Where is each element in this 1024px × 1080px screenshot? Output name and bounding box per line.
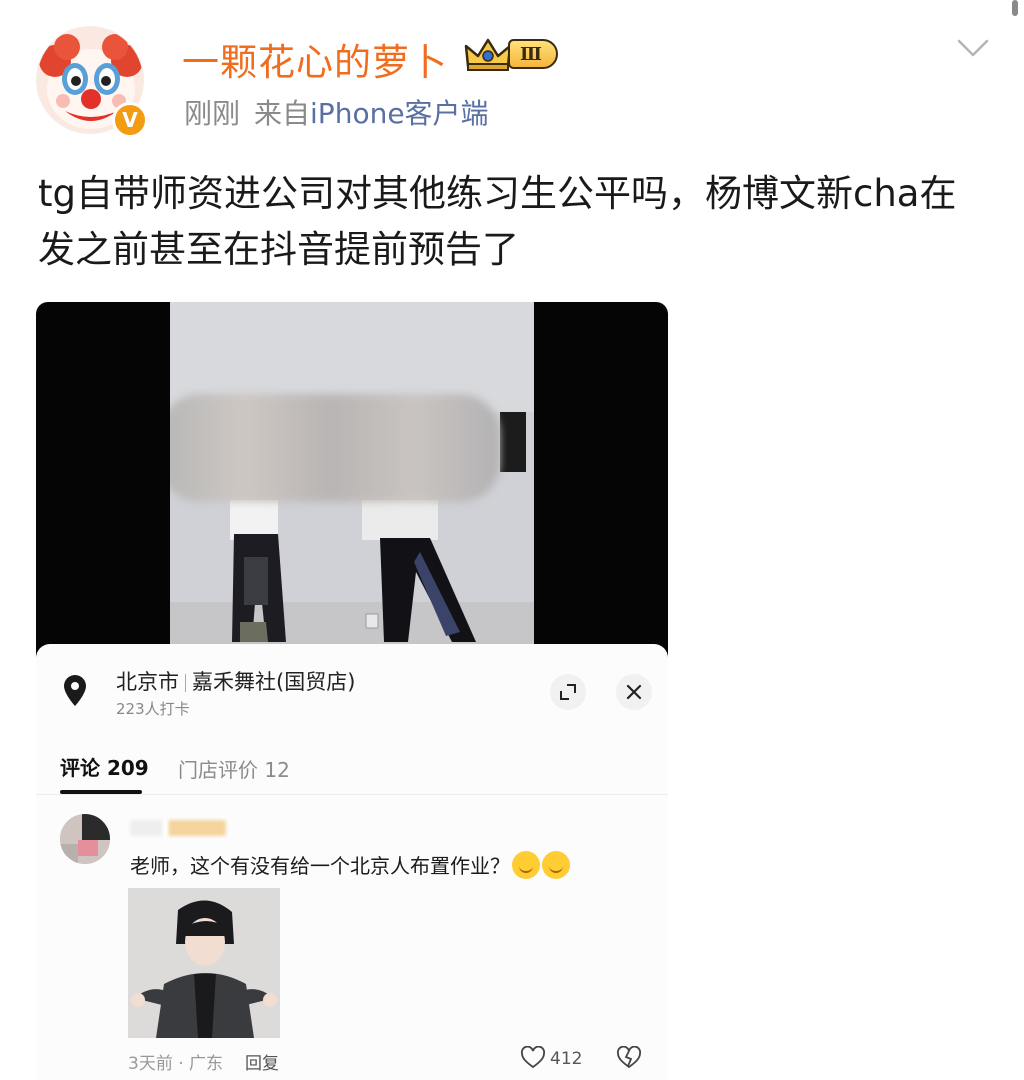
verified-badge-icon: V: [112, 102, 148, 138]
comment-time-region: 3天前 · 广东: [128, 1054, 224, 1074]
heart-icon[interactable]: [520, 1046, 546, 1070]
location-checkins: 223人打卡: [116, 700, 190, 718]
comment-photo[interactable]: [128, 888, 280, 1038]
location-separator: [185, 674, 186, 692]
reply-button[interactable]: 回复: [245, 1054, 279, 1074]
location-place: 嘉禾舞社(国贸店): [192, 670, 356, 694]
source-client-link[interactable]: iPhone客户端: [310, 97, 489, 130]
post-time: 刚刚: [184, 97, 241, 130]
dance-video-frame: [36, 302, 668, 662]
location-title: 北京市 嘉禾舞社(国贸店): [116, 666, 355, 696]
rank-label: Ⅲ: [508, 39, 558, 69]
commenter-avatar[interactable]: [60, 814, 110, 864]
scroll-indicator[interactable]: [1012, 0, 1018, 16]
post-text: tg自带师资进公司对其他练习生公平吗，杨博文新cha在发之前甚至在抖音提前预告了: [38, 172, 957, 271]
like-count: 412: [550, 1049, 583, 1069]
crown-icon: [464, 38, 512, 71]
tab-store-reviews[interactable]: 门店评价 12: [178, 754, 290, 783]
chevron-down-icon[interactable]: [956, 36, 990, 60]
post-meta: 刚刚 来自iPhone客户端: [184, 92, 489, 132]
rank-badge[interactable]: Ⅲ: [464, 36, 558, 72]
expand-icon: [560, 684, 576, 700]
comment-footer: 3天前 · 广东 回复: [128, 1049, 279, 1074]
expand-button[interactable]: [550, 674, 586, 710]
location-sheet: 北京市 嘉禾舞社(国贸店) 223人打卡 评论 209 门店评价 12 老师，这…: [36, 644, 668, 1080]
comment-body: 老师，这个有没有给一个北京人布置作业？: [130, 854, 510, 878]
post-image[interactable]: 北京市 嘉禾舞社(国贸店) 223人打卡 评论 209 门店评价 12 老师，这…: [36, 302, 668, 1080]
tab-divider: [36, 794, 668, 795]
map-pin-icon: [64, 675, 86, 706]
user-avatar[interactable]: V: [36, 26, 148, 138]
dance-studio-scene: [170, 302, 534, 662]
smirk-emoji-icon: [512, 851, 540, 879]
source-prefix: 来自: [254, 97, 311, 130]
username[interactable]: 一颗花心的萝卜: [182, 32, 448, 86]
comment-text: 老师，这个有没有给一个北京人布置作业？: [130, 850, 570, 879]
location-city: 北京市: [116, 670, 179, 694]
close-button[interactable]: [616, 674, 652, 710]
close-icon: [626, 684, 642, 700]
commenter-name-blurred: [130, 820, 226, 836]
face-blur-mask: [170, 394, 500, 502]
tab-comments[interactable]: 评论 209: [60, 752, 149, 781]
broken-heart-icon[interactable]: [616, 1046, 642, 1070]
smirk-emoji-icon: [542, 851, 570, 879]
